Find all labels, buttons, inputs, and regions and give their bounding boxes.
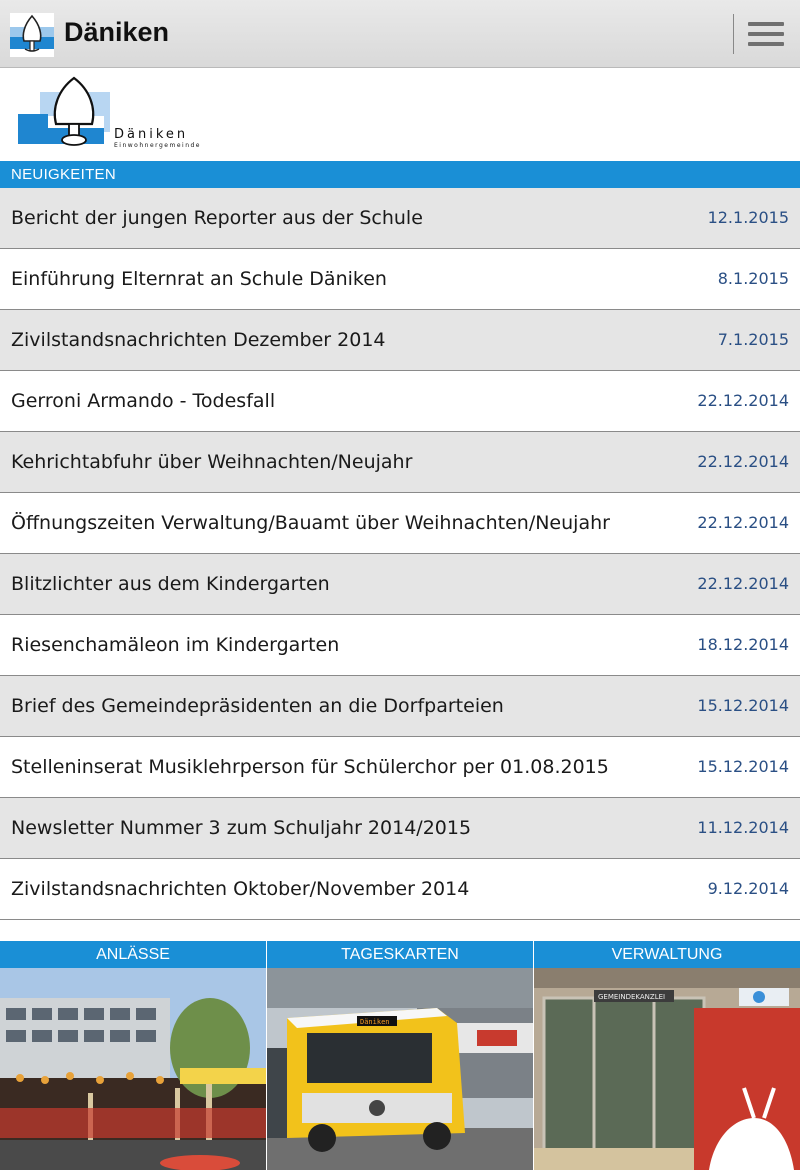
bus-photo: Däniken — [267, 968, 533, 1170]
municipality-logo: Däniken Einwohnergemeinde — [18, 74, 204, 156]
news-item-date: 15.12.2014 — [697, 757, 789, 776]
logo-name: Däniken — [114, 127, 188, 142]
tile-anlaesse[interactable]: ANLÄSSE — [0, 941, 266, 1170]
hamburger-menu-icon[interactable] — [744, 18, 788, 50]
news-item-title: Blitzlichter aus dem Kindergarten — [11, 573, 330, 595]
news-item[interactable]: Brief des Gemeindepräsidenten an die Dor… — [0, 676, 800, 737]
news-item-title: Stelleninserat Musiklehrperson für Schül… — [11, 756, 609, 778]
news-item-date: 7.1.2015 — [717, 330, 789, 349]
category-tiles: ANLÄSSE TAGESKARTEN Däniken VERWALTUNG G… — [0, 941, 800, 1170]
news-item-date: 22.12.2014 — [697, 391, 789, 410]
toolbar-divider — [733, 14, 734, 54]
bus-destination-sign: Däniken — [360, 1018, 390, 1026]
news-list: Bericht der jungen Reporter aus der Schu… — [0, 188, 800, 920]
news-item-date: 18.12.2014 — [697, 635, 789, 654]
news-item[interactable]: Blitzlichter aus dem Kindergarten 22.12.2… — [0, 554, 800, 615]
tile-tageskarten[interactable]: TAGESKARTEN Däniken — [267, 941, 533, 1170]
news-item-date: 15.12.2014 — [697, 696, 789, 715]
news-item-title: Riesenchamäleon im Kindergarten — [11, 634, 340, 656]
news-item[interactable]: Gerroni Armando - Todesfall 22.12.2014 — [0, 371, 800, 432]
news-item-title: Newsletter Nummer 3 zum Schuljahr 2014/2… — [11, 817, 472, 839]
news-item-date: 11.12.2014 — [697, 818, 789, 837]
news-section-header: NEUIGKEITEN — [0, 161, 800, 188]
action-bar: Däniken — [0, 0, 800, 68]
office-photo: GEMEINDEKANZLEI — [534, 968, 800, 1170]
news-item-title: Gerroni Armando - Todesfall — [11, 390, 276, 412]
news-item[interactable]: Stelleninserat Musiklehrperson für Schül… — [0, 737, 800, 798]
news-item-date: 12.1.2015 — [707, 208, 789, 227]
news-item[interactable]: Newsletter Nummer 3 zum Schuljahr 2014/2… — [0, 798, 800, 859]
news-item-title: Brief des Gemeindepräsidenten an die Dor… — [11, 695, 504, 717]
news-item-date: 22.12.2014 — [697, 452, 789, 471]
news-item[interactable]: Zivilstandsnachrichten Oktober/November … — [0, 859, 800, 920]
news-item-date: 22.12.2014 — [697, 513, 789, 532]
logo-subtitle: Einwohnergemeinde — [114, 142, 201, 149]
news-item[interactable]: Zivilstandsnachrichten Dezember 2014 7.1.… — [0, 310, 800, 371]
news-item-title: Zivilstandsnachrichten Oktober/November … — [11, 878, 470, 900]
news-item-date: 9.12.2014 — [707, 879, 789, 898]
app-title: Däniken — [64, 17, 170, 47]
app-logo-icon[interactable] — [10, 13, 54, 57]
office-sign: GEMEINDEKANZLEI — [598, 993, 665, 1001]
news-item[interactable]: Bericht der jungen Reporter aus der Schu… — [0, 188, 800, 249]
news-item-date: 22.12.2014 — [697, 574, 789, 593]
news-item-title: Kehrichtabfuhr über Weihnachten/Neujahr — [11, 451, 413, 473]
news-item-title: Bericht der jungen Reporter aus der Schu… — [11, 207, 423, 229]
news-item[interactable]: Kehrichtabfuhr über Weihnachten/Neujahr 2… — [0, 432, 800, 493]
tile-verwaltung[interactable]: VERWALTUNG GEMEINDEKANZLEI — [534, 941, 800, 1170]
tile-label: ANLÄSSE — [0, 941, 266, 968]
news-item-title: Einführung Elternrat an Schule Däniken — [11, 268, 387, 290]
news-item-title: Öffnungszeiten Verwaltung/Bauamt über We… — [11, 512, 610, 534]
news-item[interactable]: Öffnungszeiten Verwaltung/Bauamt über We… — [0, 493, 800, 554]
news-item[interactable]: Riesenchamäleon im Kindergarten 18.12.201… — [0, 615, 800, 676]
news-item[interactable]: Einführung Elternrat an Schule Däniken 8.… — [0, 249, 800, 310]
tile-label: VERWALTUNG — [534, 941, 800, 968]
news-item-date: 8.1.2015 — [717, 269, 789, 288]
news-item-title: Zivilstandsnachrichten Dezember 2014 — [11, 329, 386, 351]
event-photo — [0, 968, 266, 1170]
tile-label: TAGESKARTEN — [267, 941, 533, 968]
